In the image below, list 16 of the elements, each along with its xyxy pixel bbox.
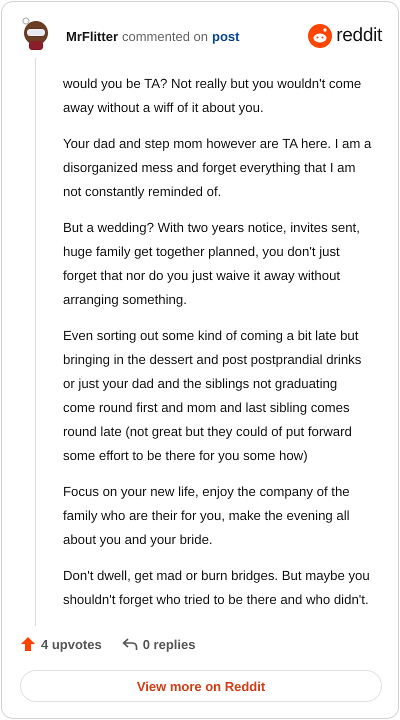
comment-paragraph: Don't dwell, get mad or burn bridges. But maybe you shouldn't forget who tried to be there and who didn't.: [63, 567, 371, 609]
comment-paragraph: But a wedding? With two years notice, invites sent, huge family get together planned, you don't just forget that nor do you just waive it away without arranging something.: [63, 219, 361, 309]
upvote-icon[interactable]: [20, 636, 36, 652]
post-link[interactable]: post: [212, 28, 240, 44]
comment-paragraph: would you be TA? Not really but you wouldn't come away without a wiff of it about you.: [63, 75, 362, 117]
author-name: MrFlitter: [66, 28, 118, 44]
comment-paragraph: Even sorting out some kind of coming a bit late but bringing in the dessert and post postprandial drinks or just your dad and the siblings not graduating come round first and mom and last sibling comes round late (not great but they could of put forward some effort to be there for you some how): [63, 327, 362, 465]
reply-count: 0 replies: [142, 636, 196, 652]
reply-icon[interactable]: [122, 637, 138, 651]
logo-text: reddit: [336, 25, 382, 47]
view-more-button[interactable]: View more on Reddit: [20, 670, 382, 702]
comment-paragraph: Your dad and step mom however are TA here. I am a disorganized mess and forget everything that I am not constantly reminded of.: [63, 135, 372, 201]
action-text: commented on: [122, 28, 208, 44]
snoo-logo-icon: [308, 24, 332, 48]
upvote-count: 4 upvotes: [41, 636, 102, 652]
comment-paragraph: Focus on your new life, enjoy the company of the family who are their for you, make the evening all about you and your bride.: [63, 483, 351, 549]
